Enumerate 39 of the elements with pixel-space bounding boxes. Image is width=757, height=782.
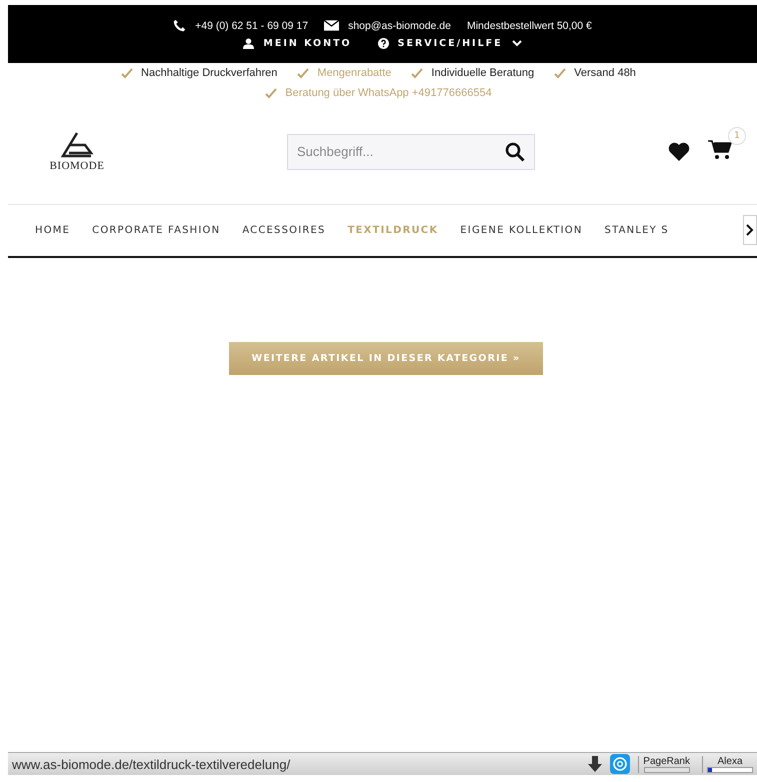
alexa-label: Alexa [717, 756, 742, 766]
usp-text: Individuelle Beratung [431, 67, 534, 79]
chevron-right-icon [746, 224, 754, 236]
check-icon [411, 68, 424, 78]
usp-text: Beratung über WhatsApp +491776666554 [285, 87, 492, 99]
nav-item[interactable]: EIGENE KOLLEKTION [449, 225, 594, 236]
logo[interactable]: BIOMODE [42, 132, 112, 172]
account-link[interactable]: MEIN KONTO [243, 38, 352, 49]
cart-icon[interactable] [708, 139, 732, 160]
search-icon[interactable] [505, 142, 525, 162]
status-url: www.as-biomode.de/textildruck-textilveredelung/ [12, 756, 292, 772]
chevron-down-icon [512, 40, 522, 47]
phone-number[interactable]: +49 (0) 62 51 - 69 09 17 [195, 20, 308, 32]
pagerank-label: PageRank [643, 756, 690, 766]
alexa-bar [707, 766, 753, 772]
minimum-order-text: Mindestbestellwert 50,00 € [466, 20, 592, 32]
check-icon [554, 68, 566, 78]
pagerank-bar [644, 766, 690, 772]
heart-icon[interactable] [668, 142, 690, 161]
check-icon [121, 68, 134, 78]
check-icon [265, 88, 278, 98]
usp-text: Nachhaltige Druckverfahren [141, 67, 278, 79]
check-icon [297, 68, 310, 78]
user-icon [243, 38, 254, 49]
scroll-right-button[interactable] [743, 215, 757, 245]
question-icon [378, 38, 389, 49]
nav-item[interactable]: CORPORATE FASHION [81, 225, 232, 236]
nav-item[interactable]: HOME [35, 225, 82, 236]
cart-count-badge: 1 [728, 127, 746, 145]
nav-item[interactable]: STANLEY S [594, 225, 680, 236]
search-field[interactable]: Suchbegriff... [287, 134, 535, 170]
envelope-icon [324, 20, 340, 31]
download-arrow-icon [588, 756, 602, 772]
service-menu[interactable]: SERVICE/HILFE [378, 38, 522, 49]
phone-icon [173, 19, 186, 32]
usp-text: Mengenrabatte [317, 67, 392, 79]
email-link[interactable]: shop@as-biomode.de [348, 20, 451, 32]
usp-text: Versand 48h [574, 67, 636, 79]
nav-item[interactable]: ACCESSOIRES [231, 225, 337, 236]
